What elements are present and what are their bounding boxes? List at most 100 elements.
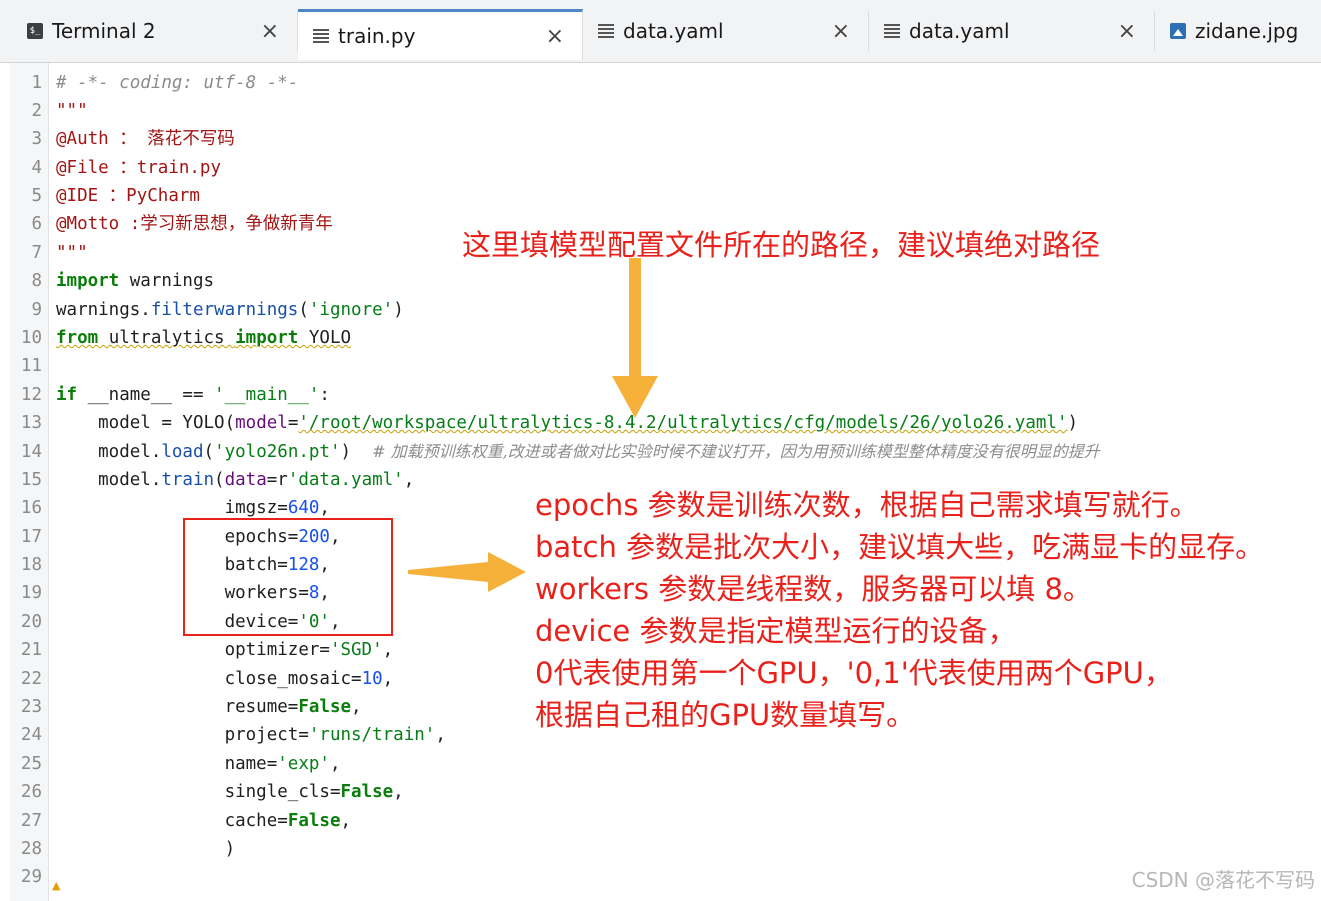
tab-zidane-jpg[interactable]: zidane.jpg <box>1155 11 1321 51</box>
code-line: 9 warnings.filterwarnings('ignore') <box>0 296 1321 324</box>
code-line: 10 from ultralytics import YOLO <box>0 324 1321 352</box>
punct: = <box>319 640 330 660</box>
code-line: 13 model = YOLO(model='/root/workspace/u… <box>0 409 1321 437</box>
arrow-down-icon <box>612 258 658 418</box>
line-number: 6 <box>31 214 42 234</box>
annotation-params: epochs 参数是训练次数，根据自己需求填写就行。 batch 参数是批次大小… <box>535 484 1264 736</box>
line-number: 19 <box>20 583 42 603</box>
keyword-arg: project <box>56 725 299 745</box>
code-editor[interactable]: 1 # -*- coding: utf-8 -*- 2 """ 3 @Auth ： 落… <box>0 63 1321 901</box>
punct: ) <box>56 839 236 859</box>
boolean: False <box>298 697 352 717</box>
annotation-line: batch 参数是批次大小，建议填大些，吃满显卡的显存。 <box>535 530 1265 564</box>
punct: , <box>351 697 362 717</box>
code-line: 28 ) <box>0 835 1321 863</box>
close-icon[interactable]: × <box>1118 19 1136 44</box>
keyword-arg: optimizer <box>56 640 320 660</box>
line-number: 25 <box>20 754 42 774</box>
punct: , <box>435 725 446 745</box>
line-number: 10 <box>20 328 42 348</box>
line-number: 17 <box>20 527 42 547</box>
keyword-arg: data <box>224 470 267 490</box>
docstring: """ <box>56 243 88 263</box>
code-line: 27 cache=False, <box>0 807 1321 835</box>
punct: = <box>287 413 299 433</box>
punct: = <box>277 498 288 518</box>
line-number: 20 <box>20 612 42 632</box>
line-number: 12 <box>20 385 42 405</box>
close-icon[interactable]: × <box>261 19 279 44</box>
line-number: 9 <box>31 300 42 320</box>
comment: # -*- coding: utf-8 -*- <box>56 73 299 93</box>
line-number: 22 <box>20 669 42 689</box>
punct: , <box>393 782 404 802</box>
tab-train-py[interactable]: train.py × <box>298 9 583 60</box>
punct: , <box>319 498 330 518</box>
tab-label: data.yaml <box>909 19 1010 43</box>
tab-data-yaml-2[interactable]: data.yaml × <box>869 11 1155 51</box>
punct: , <box>382 640 394 660</box>
line-number: 7 <box>31 243 42 263</box>
code-line: 1 # -*- coding: utf-8 -*- <box>0 69 1321 97</box>
string: '__main__' <box>214 385 320 405</box>
line-number: 29 <box>20 867 42 887</box>
punct: : <box>319 385 330 405</box>
string: 'SGD' <box>329 640 383 660</box>
keyword-arg: name <box>56 754 267 774</box>
line-number: 27 <box>20 811 42 831</box>
yaml-file-icon <box>597 22 615 40</box>
annotation-line: 0代表使用第一个GPU，'0,1'代表使用两个GPU， <box>535 656 1173 690</box>
tab-label: Terminal 2 <box>52 19 156 43</box>
tab-label: train.py <box>338 24 416 48</box>
keyword: import <box>235 328 299 348</box>
punct: ( <box>214 470 225 490</box>
code-line: 14 model.load('yolo26n.pt') # 加载预训练权重,改进… <box>0 438 1321 466</box>
docstring: @IDE ：PyCharm <box>56 186 200 206</box>
string: 'runs/train' <box>308 725 436 745</box>
annotation-line: device 参数是指定模型运行的设备， <box>535 614 1017 648</box>
keyword: import <box>56 271 120 291</box>
terminal-icon: $_ <box>26 22 44 40</box>
punct: =r <box>266 470 288 490</box>
boolean: False <box>287 811 341 831</box>
line-number: 2 <box>31 101 42 121</box>
punct: = <box>351 669 362 689</box>
line-number: 5 <box>31 186 42 206</box>
keyword-arg: close_mosaic <box>56 669 352 689</box>
code-line: 25 name='exp', <box>0 750 1321 778</box>
keyword-arg: imgsz <box>56 498 278 518</box>
punct: , <box>340 811 352 831</box>
number: 10 <box>361 669 383 689</box>
punct: = <box>329 782 341 802</box>
highlight-box <box>183 518 393 636</box>
close-icon[interactable]: × <box>832 19 850 44</box>
tab-data-yaml-1[interactable]: data.yaml × <box>583 11 869 51</box>
tab-label: data.yaml <box>623 19 724 43</box>
string: 'exp' <box>277 754 330 774</box>
line-number: 1 <box>31 73 42 93</box>
punct: , <box>382 669 394 689</box>
code-line: 11 <box>0 352 1321 380</box>
code-line: 3 @Auth ： 落花不写码 <box>0 125 1321 153</box>
punct: = <box>298 725 309 745</box>
line-number: 8 <box>31 271 42 291</box>
function-name: train <box>161 470 215 490</box>
punct: ( <box>203 442 215 462</box>
line-number: 15 <box>20 470 42 490</box>
code-line: 4 @File ：train.py <box>0 154 1321 182</box>
image-file-icon <box>1169 22 1187 40</box>
line-number: 26 <box>20 782 42 802</box>
string: 'data.yaml' <box>287 470 404 490</box>
code-line: 5 @IDE ：PyCharm <box>0 182 1321 210</box>
tab-label: zidane.jpg <box>1195 19 1299 43</box>
identifier: model = YOLO( <box>56 413 236 433</box>
identifier: __name__ == <box>77 385 215 405</box>
annotation-line: 根据自己租的GPU数量填写。 <box>535 698 916 732</box>
tab-terminal-2[interactable]: $_ Terminal 2 × <box>12 11 298 51</box>
identifier: model. <box>56 470 162 490</box>
string: 'yolo26n.pt' <box>214 442 341 462</box>
identifier: ultralytics <box>98 328 236 348</box>
watermark: CSDN @落花不写码 <box>1131 868 1315 892</box>
close-icon[interactable]: × <box>546 24 564 49</box>
comment: # 加载预训练权重,改进或者做对比实验时候不建议打开，因为用预训练模型整体精度没… <box>372 442 1100 461</box>
